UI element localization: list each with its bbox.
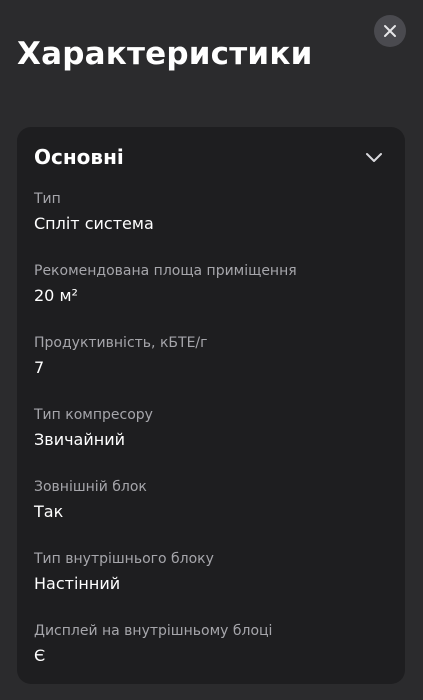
spec-list: Тип Спліт система Рекомендована площа пр… [34,189,394,684]
spec-value: Спліт система [34,214,154,233]
spec-item-area: Рекомендована площа приміщення 20 м² [34,261,394,333]
chevron-down-icon[interactable] [365,148,383,166]
spec-value: Є [34,646,46,665]
characteristics-screen: Характеристики Основні Тип Спліт система… [0,0,423,700]
page-title: Характеристики [17,36,313,72]
characteristics-card: Основні Тип Спліт система Рекомендована … [17,127,405,684]
spec-value: 20 м² [34,286,78,305]
close-button[interactable] [374,15,406,47]
close-icon [383,24,397,38]
spec-label: Рекомендована площа приміщення [34,263,297,279]
spec-label: Зовнішній блок [34,479,147,495]
spec-label: Дисплей на внутрішньому блоці [34,623,273,639]
spec-label: Тип компресору [34,407,153,423]
spec-value: Так [34,502,64,521]
spec-value: Звичайний [34,430,125,449]
spec-item-performance: Продуктивність, кБТЕ/г 7 [34,333,394,405]
spec-item-outdoor-unit: Зовнішній блок Так [34,477,394,549]
spec-item-display: Дисплей на внутрішньому блоці Є [34,621,394,684]
spec-item-compressor: Тип компресору Звичайний [34,405,394,477]
spec-item-indoor-unit: Тип внутрішнього блоку Настінний [34,549,394,621]
spec-value: 7 [34,358,45,377]
section-header-main[interactable]: Основні [17,127,405,187]
section-title: Основні [34,145,124,169]
spec-label: Тип внутрішнього блоку [34,551,214,567]
spec-value: Настінний [34,574,121,593]
spec-label: Продуктивність, кБТЕ/г [34,335,208,351]
spec-item-type: Тип Спліт система [34,189,394,261]
spec-label: Тип [34,191,61,207]
